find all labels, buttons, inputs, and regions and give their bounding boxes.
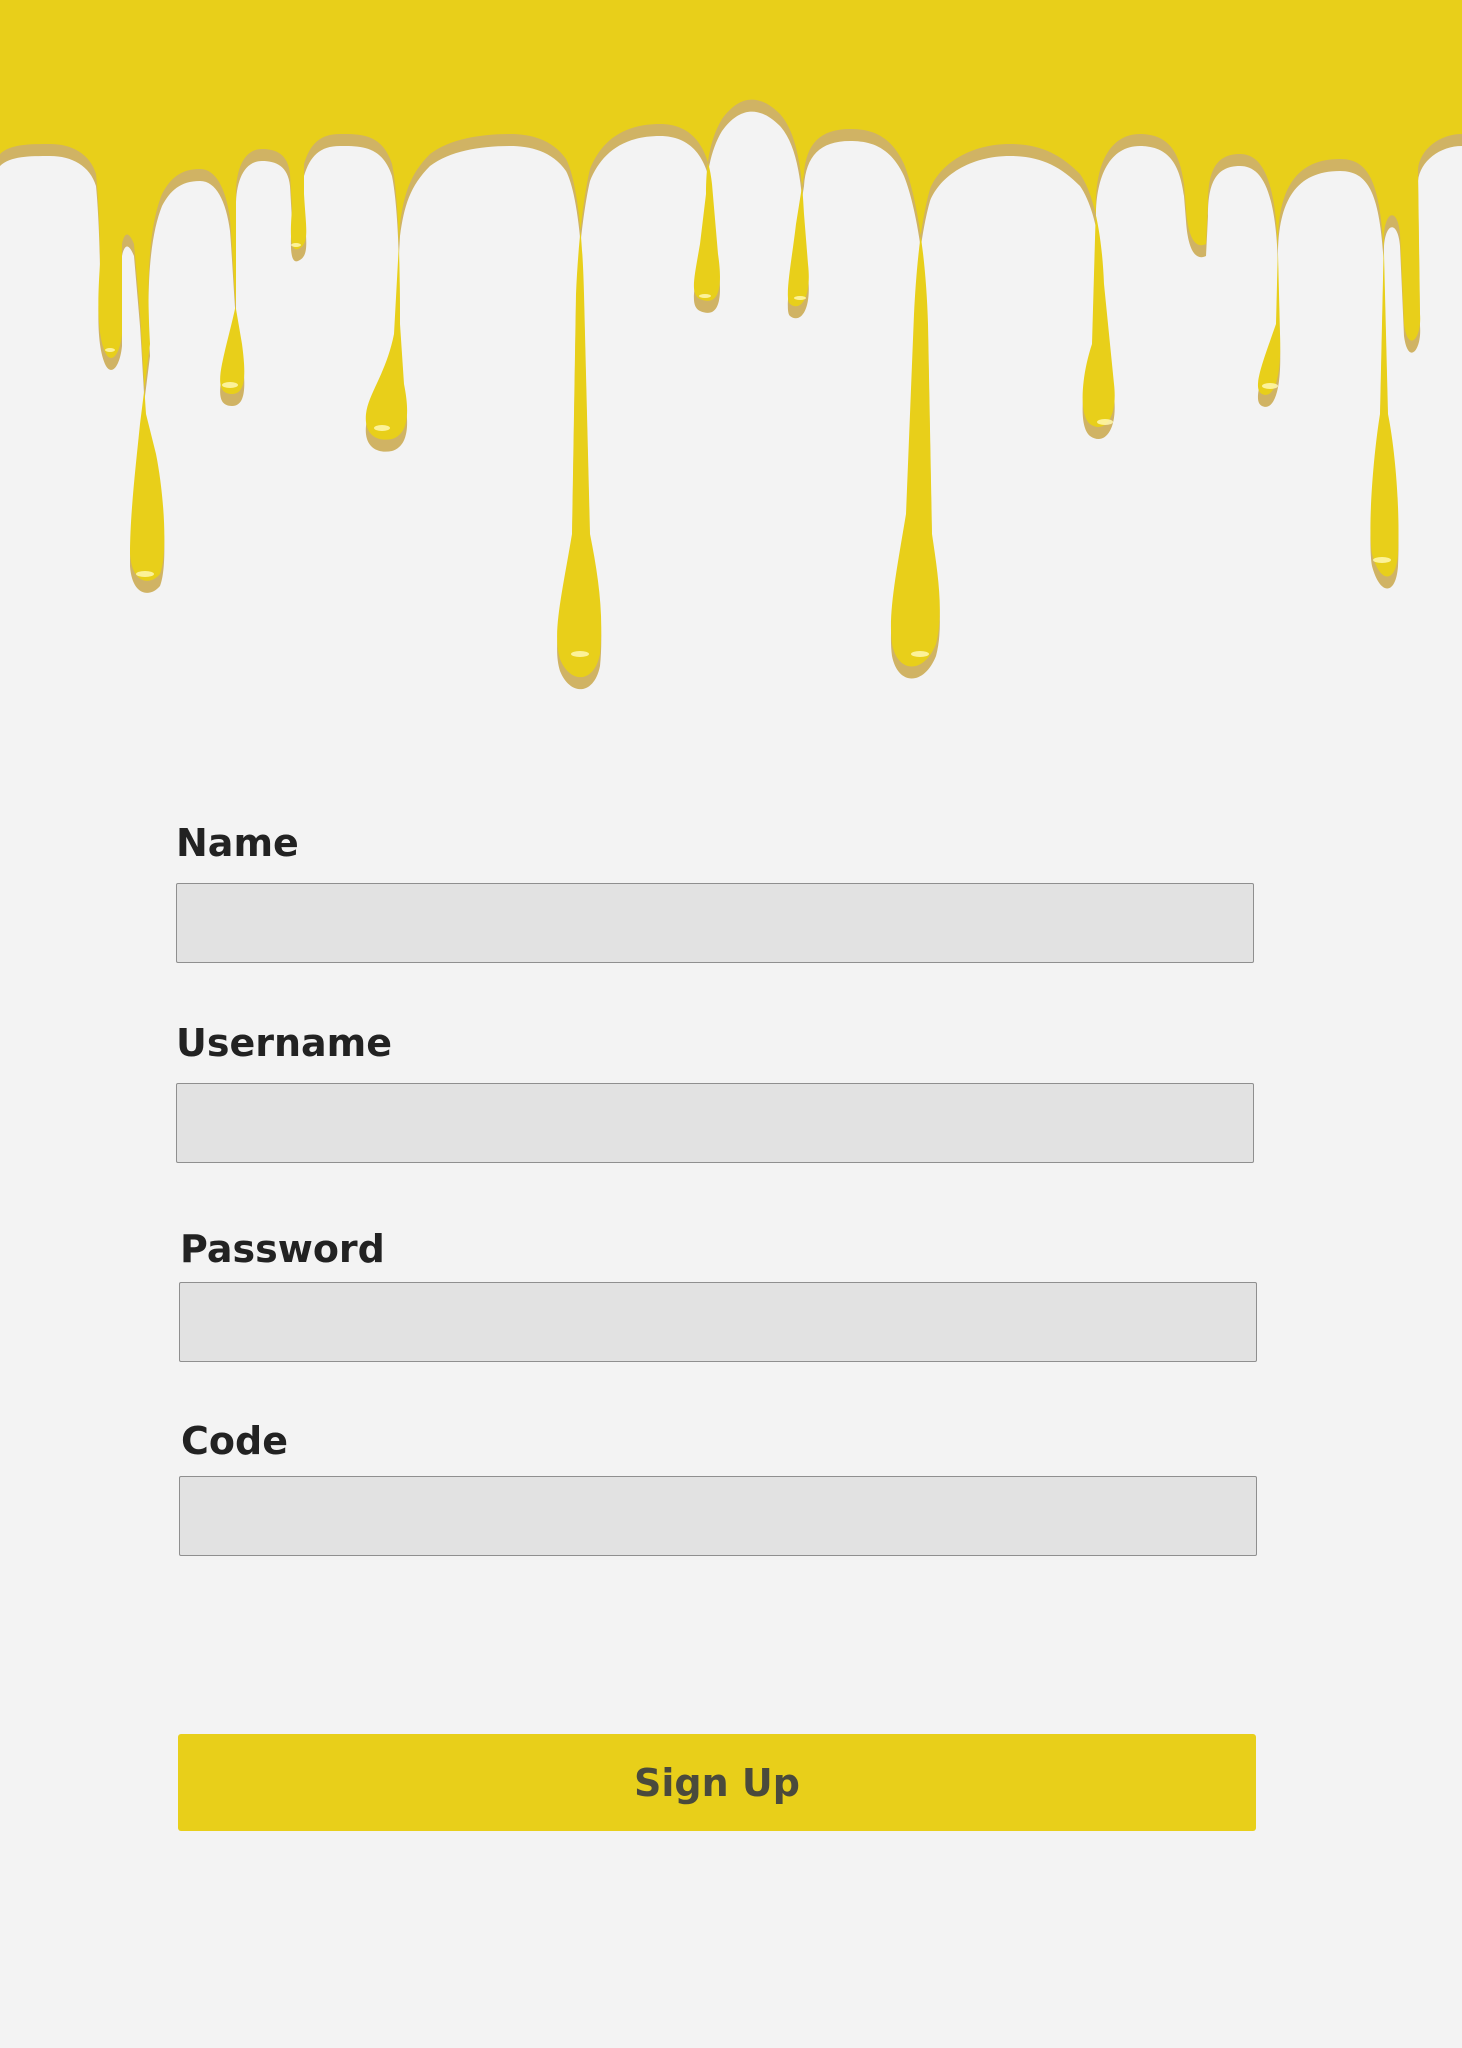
password-input[interactable] (179, 1282, 1257, 1362)
code-input[interactable] (179, 1476, 1257, 1556)
username-input[interactable] (176, 1083, 1254, 1163)
password-label: Password (180, 1227, 385, 1271)
username-label: Username (176, 1021, 393, 1065)
name-input[interactable] (176, 883, 1254, 963)
code-label: Code (181, 1419, 288, 1463)
name-label: Name (176, 821, 299, 865)
dripping-paint-header (0, 0, 1462, 690)
sign-up-button[interactable]: Sign Up (178, 1734, 1256, 1831)
